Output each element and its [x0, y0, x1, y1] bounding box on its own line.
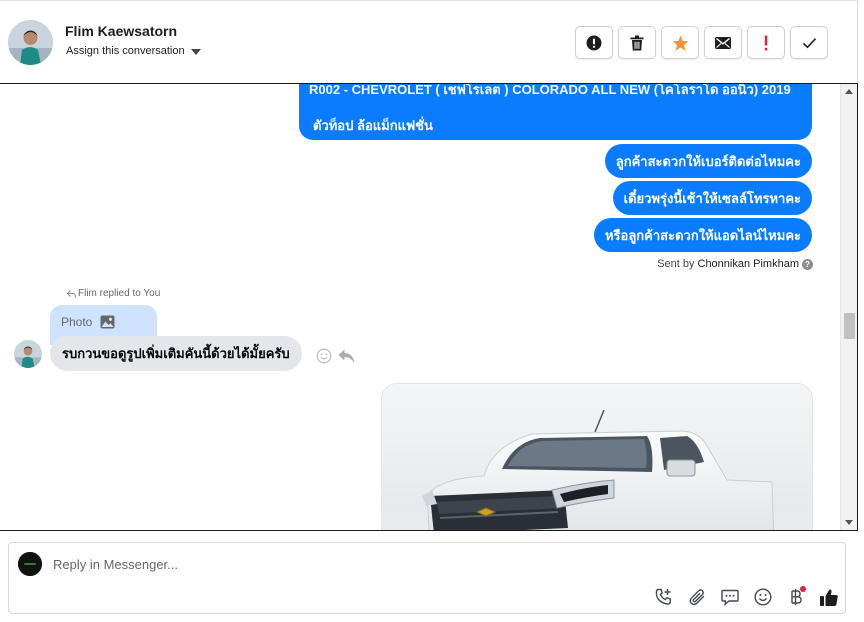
- message-thread[interactable]: R002 - CHEVROLET ( เชฟโรเลต ) COLORADO A…: [0, 83, 858, 531]
- quoted-label: Photo: [61, 315, 93, 329]
- trash-icon: [630, 35, 644, 50]
- car-photo-attachment[interactable]: [381, 383, 813, 530]
- emoji-icon: [754, 588, 772, 606]
- reply-indicator: Flim replied to You: [67, 288, 160, 299]
- thumbs-up-icon: [820, 588, 838, 606]
- avatar[interactable]: [14, 340, 42, 368]
- incoming-message-bubble[interactable]: รบกวนขอดูรูปเพิ่มเติมคันนี้ด้วยได้มั้ยคร…: [50, 336, 302, 371]
- sent-by-label: Sent by Chonnikan Pimkham ?: [657, 258, 813, 270]
- scrollbar-thumb[interactable]: [844, 313, 855, 339]
- contact-name[interactable]: Flim Kaewsatorn: [65, 23, 177, 39]
- replied-label: Flim replied to You: [78, 288, 161, 299]
- thread-scrollbar[interactable]: [840, 84, 857, 530]
- caret-down-icon: [190, 48, 201, 55]
- composer-tools: [653, 586, 840, 608]
- paperclip-icon: [689, 589, 705, 606]
- conversation-header: Flim Kaewsatorn Assign this conversation: [0, 0, 858, 83]
- star-button[interactable]: [661, 26, 699, 59]
- payment-button[interactable]: [785, 586, 807, 608]
- outgoing-message-bubble[interactable]: R002 - CHEVROLET ( เชฟโรเลต ) COLORADO A…: [299, 83, 812, 140]
- image-icon: [100, 315, 115, 329]
- emoji-button[interactable]: [752, 586, 774, 608]
- pickup-truck-image: [382, 384, 812, 530]
- outgoing-message-bubble[interactable]: ลูกค้าสะดวกให้เบอร์ติดต่อไหมคะ: [604, 144, 812, 178]
- exclamation-icon: [764, 35, 768, 50]
- saved-replies-button[interactable]: [719, 586, 741, 608]
- attach-button[interactable]: [686, 586, 708, 608]
- message-hover-actions: [316, 348, 355, 364]
- notification-dot: [800, 586, 806, 592]
- reply-icon[interactable]: [338, 349, 355, 364]
- outgoing-message-bubble[interactable]: หรือลูกค้าสะดวกให้แอดไลน์ไหมคะ: [593, 218, 812, 252]
- mark-spam-button[interactable]: [575, 26, 613, 59]
- star-icon: [672, 35, 688, 51]
- alert-circle-icon: [586, 35, 602, 50]
- call-button[interactable]: [653, 586, 675, 608]
- messenger-inbox: Flim Kaewsatorn Assign this conversation: [0, 0, 864, 622]
- scroll-down-arrow-icon[interactable]: [845, 520, 853, 525]
- checkmark-icon: [802, 37, 816, 48]
- reply-arrow-icon: [67, 289, 76, 298]
- page-avatar: [18, 552, 42, 576]
- reply-input[interactable]: [53, 554, 653, 574]
- saved-reply-icon: [721, 589, 739, 606]
- like-button[interactable]: [818, 586, 840, 608]
- conversation-actions: [575, 26, 828, 59]
- assign-label: Assign this conversation: [66, 45, 185, 57]
- sender-name: Chonnikan Pimkham: [697, 258, 800, 270]
- phone-plus-icon: [655, 588, 671, 605]
- outgoing-message-bubble[interactable]: เดี๋ยวพรุ่งนี้เช้าให้เซลล์โทรหาคะ: [612, 181, 812, 215]
- scroll-up-arrow-icon[interactable]: [845, 89, 853, 94]
- envelope-icon: [715, 36, 731, 49]
- outgoing-message-line: ตัวท็อป ล้อแม็กแฟชั่น: [313, 118, 433, 133]
- mark-unread-button[interactable]: [704, 26, 742, 59]
- mark-done-button[interactable]: [790, 26, 828, 59]
- follow-up-button[interactable]: [747, 26, 785, 59]
- delete-button[interactable]: [618, 26, 656, 59]
- help-icon[interactable]: ?: [802, 258, 813, 270]
- avatar[interactable]: [8, 20, 53, 65]
- reply-composer: [8, 542, 846, 614]
- sent-by-prefix: Sent by: [657, 258, 695, 270]
- react-emoji-icon[interactable]: [316, 348, 332, 364]
- outgoing-message-line: R002 - CHEVROLET ( เชฟโรเลต ) COLORADO A…: [309, 83, 791, 97]
- assign-conversation-dropdown[interactable]: Assign this conversation: [66, 45, 201, 57]
